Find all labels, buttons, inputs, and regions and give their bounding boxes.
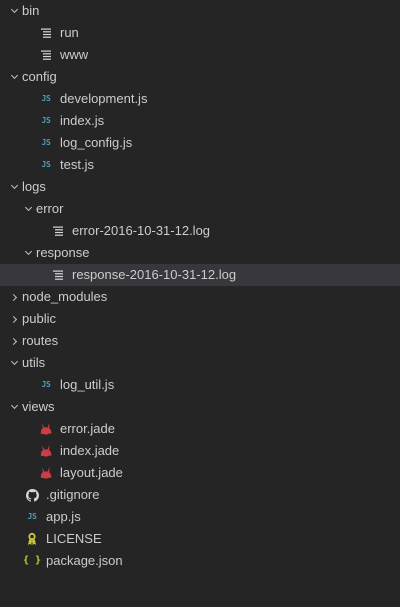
file-index-js[interactable]: JS index.js [0, 110, 400, 132]
file-label: log_config.js [60, 135, 133, 150]
folder-views[interactable]: views [0, 396, 400, 418]
folder-label: config [22, 69, 57, 84]
file-error-2016-10-31-12-log[interactable]: error-2016-10-31-12.log [0, 220, 400, 242]
file-label: package.json [46, 553, 123, 568]
chevron-down-icon[interactable] [8, 352, 20, 374]
jade-file-icon [38, 440, 54, 462]
file-app-js[interactable]: JS app.js [0, 506, 400, 528]
folder-logs[interactable]: logs [0, 176, 400, 198]
folder-utils[interactable]: utils [0, 352, 400, 374]
chevron-down-icon[interactable] [22, 198, 34, 220]
license-icon [24, 528, 40, 550]
javascript-file-icon: JS [41, 138, 51, 147]
file-gitignore[interactable]: .gitignore [0, 484, 400, 506]
text-file-icon [38, 22, 54, 44]
file-error-jade[interactable]: error.jade [0, 418, 400, 440]
file-development-js[interactable]: JS development.js [0, 88, 400, 110]
file-label: index.jade [60, 443, 120, 458]
folder-node-modules[interactable]: node_modules [0, 286, 400, 308]
github-icon [24, 484, 40, 506]
chevron-right-icon[interactable] [8, 330, 20, 352]
chevron-right-icon[interactable] [8, 308, 20, 330]
chevron-right-icon[interactable] [8, 286, 20, 308]
file-response-2016-10-31-12-log[interactable]: response-2016-10-31-12.log [0, 264, 400, 286]
file-label: test.js [60, 157, 94, 172]
file-www[interactable]: www [0, 44, 400, 66]
folder-error[interactable]: error [0, 198, 400, 220]
text-file-icon [50, 220, 66, 242]
file-label: app.js [46, 509, 81, 524]
folder-label: error [36, 201, 64, 216]
file-label: run [60, 25, 79, 40]
file-label: .gitignore [46, 487, 100, 502]
folder-label: bin [22, 3, 40, 18]
chevron-down-icon[interactable] [8, 0, 20, 22]
file-license[interactable]: LICENSE [0, 528, 400, 550]
folder-label: response [36, 245, 90, 260]
folder-config[interactable]: config [0, 66, 400, 88]
file-label: response-2016-10-31-12.log [72, 267, 237, 282]
folder-routes[interactable]: routes [0, 330, 400, 352]
folder-public[interactable]: public [0, 308, 400, 330]
file-log-util-js[interactable]: JS log_util.js [0, 374, 400, 396]
folder-response[interactable]: response [0, 242, 400, 264]
file-package-json[interactable]: { } package.json [0, 550, 400, 572]
jade-file-icon [38, 418, 54, 440]
file-label: LICENSE [46, 531, 102, 546]
folder-label: node_modules [22, 289, 108, 304]
jade-file-icon [38, 462, 54, 484]
file-layout-jade[interactable]: layout.jade [0, 462, 400, 484]
file-log-config-js[interactable]: JS log_config.js [0, 132, 400, 154]
chevron-down-icon[interactable] [8, 396, 20, 418]
javascript-file-icon: JS [41, 160, 51, 169]
file-label: error.jade [60, 421, 115, 436]
text-file-icon [38, 44, 54, 66]
folder-label: public [22, 311, 56, 326]
javascript-file-icon: JS [41, 380, 51, 389]
folder-label: routes [22, 333, 59, 348]
folder-label: logs [22, 179, 46, 194]
text-file-icon [50, 264, 66, 286]
file-label: index.js [60, 113, 105, 128]
chevron-down-icon[interactable] [8, 66, 20, 88]
chevron-down-icon[interactable] [22, 242, 34, 264]
file-label: layout.jade [60, 465, 123, 480]
javascript-file-icon: JS [27, 512, 37, 521]
file-index-jade[interactable]: index.jade [0, 440, 400, 462]
javascript-file-icon: JS [41, 116, 51, 125]
folder-bin[interactable]: bin [0, 0, 400, 22]
chevron-down-icon[interactable] [8, 176, 20, 198]
folder-label: views [22, 399, 55, 414]
folder-label: utils [22, 355, 46, 370]
javascript-file-icon: JS [41, 94, 51, 103]
file-label: log_util.js [60, 377, 115, 392]
file-label: development.js [60, 91, 148, 106]
json-file-icon: { } [22, 555, 42, 566]
file-explorer-tree: bin run www config JS development.js JS index.j… [0, 0, 400, 607]
file-label: www [60, 47, 89, 62]
file-test-js[interactable]: JS test.js [0, 154, 400, 176]
file-run[interactable]: run [0, 22, 400, 44]
file-label: error-2016-10-31-12.log [72, 223, 211, 238]
